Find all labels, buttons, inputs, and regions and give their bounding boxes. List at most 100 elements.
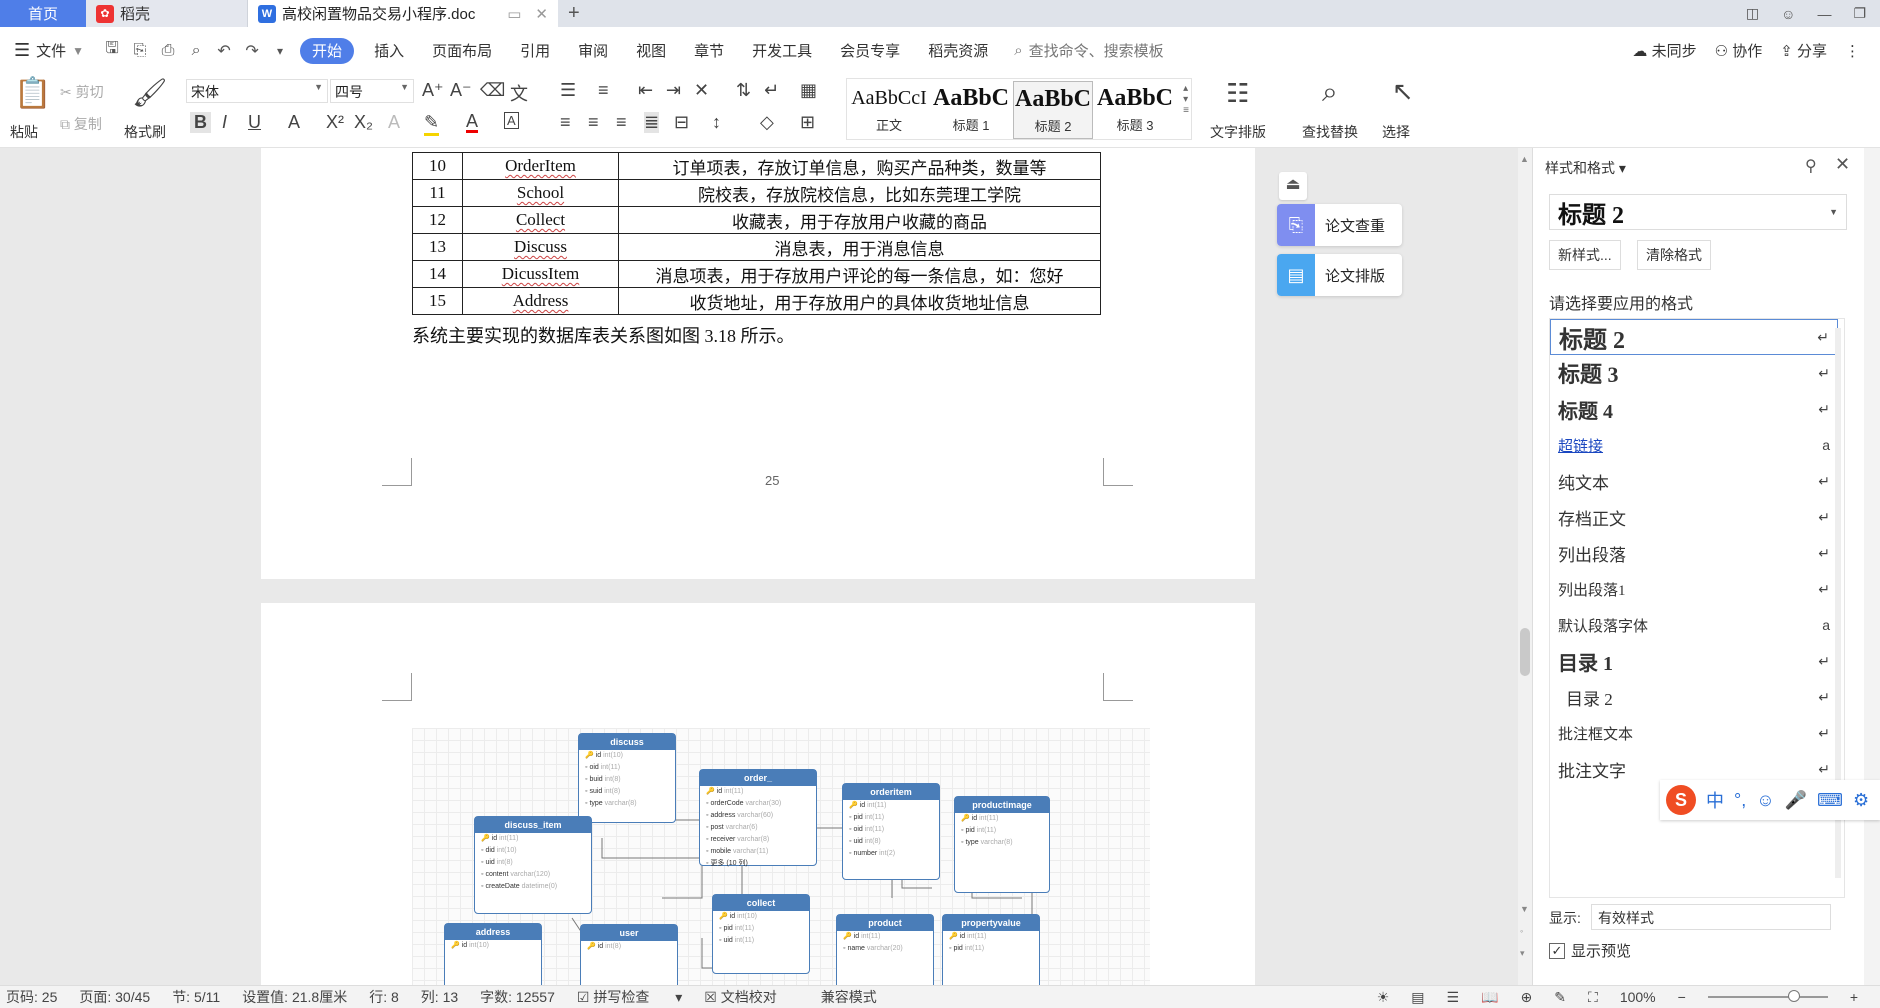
er-diagram[interactable]: discuss 🔑 id int(10) ◦ oid int(11) ◦ buid i… bbox=[412, 728, 1150, 985]
sort-icon[interactable]: ⇅ bbox=[736, 80, 751, 101]
punctuation-icon[interactable]: °, bbox=[1734, 790, 1746, 811]
menu-start[interactable]: 开始 bbox=[300, 37, 355, 64]
zoom-out-icon[interactable]: − bbox=[1678, 989, 1686, 1005]
new-style-button[interactable]: 新样式... bbox=[1549, 240, 1621, 270]
menu-references[interactable]: 引用 bbox=[506, 27, 564, 74]
thesis-check-button[interactable]: ⎘ 论文查重 bbox=[1277, 204, 1402, 246]
paste-button[interactable]: 粘贴 bbox=[10, 122, 38, 142]
style-list-item[interactable]: 超链接 a bbox=[1550, 427, 1838, 463]
more-icon[interactable]: ⋮ bbox=[1845, 42, 1860, 60]
collapse-side-icon[interactable]: ⏏ bbox=[1279, 172, 1307, 200]
print-icon[interactable]: ⎙ bbox=[157, 40, 179, 62]
status-pages[interactable]: 页面: 30/45 bbox=[79, 987, 150, 1007]
status-setting[interactable]: 设置值: 21.8厘米 bbox=[242, 987, 347, 1007]
style-list-item[interactable]: 列出段落1 ↵ bbox=[1550, 571, 1838, 607]
italic-button[interactable]: I bbox=[222, 112, 227, 133]
scroll-nav-icons[interactable]: ▼ ◦ ▾ bbox=[1520, 898, 1529, 964]
er-entity-product[interactable]: product 🔑 id int(11) ◦ name varchar(20) bbox=[836, 914, 934, 985]
font-outline-icon[interactable]: A bbox=[388, 112, 400, 133]
current-style-select[interactable]: 标题 2 ▼ bbox=[1549, 194, 1847, 230]
pinyin-guide-icon[interactable]: 文 bbox=[510, 80, 528, 106]
subscript-icon[interactable]: X₂ bbox=[354, 112, 373, 133]
new-tab-button[interactable]: + bbox=[558, 0, 590, 27]
close-tab-icon[interactable]: ✕ bbox=[535, 5, 548, 23]
shrink-font-icon[interactable]: A⁻ bbox=[450, 80, 472, 101]
format-painter-button[interactable]: 格式刷 bbox=[124, 122, 166, 142]
table-cell-name[interactable]: DicussItem bbox=[462, 260, 619, 288]
figure-reference-paragraph[interactable]: 系统主要实现的数据库表关系图如图 3.18 所示。 bbox=[412, 322, 795, 348]
table-cell-description[interactable]: 消息表，用于消息信息 bbox=[618, 233, 1101, 261]
avatar[interactable]: ☺ bbox=[1781, 6, 1795, 22]
table-cell-number[interactable]: 14 bbox=[412, 260, 463, 288]
menu-developer[interactable]: 开发工具 bbox=[738, 27, 826, 74]
er-entity-productimage[interactable]: productimage 🔑 id int(11) ◦ pid int(11) ◦ t… bbox=[954, 796, 1050, 893]
select-button[interactable]: 选择 bbox=[1382, 122, 1410, 142]
share-button[interactable]: ⇪ 分享 bbox=[1780, 40, 1827, 61]
zoom-slider-thumb[interactable] bbox=[1787, 990, 1800, 1002]
style-heading-1[interactable]: AaBbC 标题 1 bbox=[931, 81, 1011, 139]
table-cell-description[interactable]: 消息项表，用于存放用户评论的每一条信息，如：您好 bbox=[618, 260, 1101, 288]
web-view-icon[interactable]: ⊕ bbox=[1521, 989, 1533, 1006]
status-col[interactable]: 列: 13 bbox=[421, 987, 458, 1007]
keyboard-icon[interactable]: ⌨ bbox=[1817, 790, 1843, 811]
table-cell-number[interactable]: 11 bbox=[412, 179, 463, 207]
menu-page-layout[interactable]: 页面布局 bbox=[418, 27, 506, 74]
er-entity-user[interactable]: user 🔑 id int(8) bbox=[580, 924, 678, 985]
table-cell-number[interactable]: 15 bbox=[412, 287, 463, 315]
menu-review[interactable]: 审阅 bbox=[564, 27, 622, 74]
status-words[interactable]: 字数: 12557 bbox=[480, 987, 555, 1007]
borders-icon[interactable]: ⊞ bbox=[800, 112, 815, 133]
justify-icon[interactable]: ≣ bbox=[644, 112, 660, 133]
menu-insert[interactable]: 插入 bbox=[360, 27, 418, 74]
style-list-item[interactable]: 批注框文本 ↵ bbox=[1550, 715, 1838, 751]
undo-icon[interactable]: ↶ bbox=[213, 40, 235, 62]
style-list-item[interactable]: 目录 1 ↵ bbox=[1550, 643, 1838, 679]
gallery-scroll-icon[interactable]: ▴ ▾ ≡ bbox=[1183, 83, 1189, 116]
line-spacing-icon[interactable]: ↕ bbox=[712, 112, 721, 133]
table-cell-name[interactable]: Address bbox=[462, 287, 619, 315]
customize-dropdown-icon[interactable]: ▾ bbox=[269, 40, 291, 62]
file-menu[interactable]: ☰ 文件 ▼ bbox=[0, 27, 98, 74]
table-cell-name[interactable]: OrderItem bbox=[462, 152, 619, 180]
style-list-item[interactable]: 标题 4 ↵ bbox=[1550, 391, 1838, 427]
export-pdf-icon[interactable]: ⎘ bbox=[129, 40, 151, 62]
table-cell-number[interactable]: 12 bbox=[412, 206, 463, 234]
format-painter-icon[interactable]: 🖌 bbox=[132, 76, 168, 109]
table-cell-number[interactable]: 13 bbox=[412, 233, 463, 261]
table-cell-name[interactable]: Discuss bbox=[462, 233, 619, 261]
paste-icon[interactable]: 📋 bbox=[14, 76, 51, 111]
zoom-slider[interactable] bbox=[1707, 990, 1828, 1002]
read-view-icon[interactable]: 📖 bbox=[1481, 989, 1498, 1006]
char-border-icon[interactable]: A bbox=[504, 112, 519, 129]
style-list-item[interactable]: 存档正文 ↵ bbox=[1550, 499, 1838, 535]
style-list-item[interactable]: 标题 3 ↵ bbox=[1550, 355, 1838, 391]
ime-toolbar[interactable]: S 中 °, ☺ 🎤 ⌨ ⚙ bbox=[1660, 780, 1880, 820]
table-cell-description[interactable]: 收货地址，用于存放用户的具体收货地址信息 bbox=[618, 287, 1101, 315]
text-layout-icon[interactable]: ☷ bbox=[1226, 78, 1249, 109]
font-color-icon[interactable]: A bbox=[466, 112, 479, 133]
status-row[interactable]: 行: 8 bbox=[369, 987, 399, 1007]
find-replace-button[interactable]: 查找替换 bbox=[1302, 122, 1358, 142]
cut-button[interactable]: ✂ 剪切 bbox=[60, 82, 104, 102]
spell-check-toggle[interactable]: ☑ 拼写检查 ▾ bbox=[577, 987, 682, 1007]
highlight-icon[interactable]: ✎ bbox=[424, 112, 440, 136]
style-heading-2[interactable]: AaBbC 标题 2 bbox=[1013, 81, 1093, 139]
numbered-list-icon[interactable]: ≡ bbox=[598, 80, 609, 101]
table-cell-number[interactable]: 10 bbox=[412, 152, 463, 180]
collab-button[interactable]: ⚇ 协作 bbox=[1715, 40, 1763, 61]
close-panel-icon[interactable]: ✕ bbox=[1835, 154, 1850, 175]
align-right-icon[interactable]: ≡ bbox=[616, 112, 627, 133]
maximize-icon[interactable]: ❐ bbox=[1853, 5, 1866, 22]
select-pointer-icon[interactable]: ↖ bbox=[1392, 76, 1414, 107]
show-filter-select[interactable]: 有效样式 bbox=[1591, 904, 1831, 930]
tab-daoke[interactable]: ✿ 稻壳 bbox=[86, 0, 248, 27]
table-grid-icon[interactable]: ▦ bbox=[800, 80, 817, 101]
document-scrollbar[interactable]: ▲ ▼ ◦ ▾ bbox=[1518, 148, 1532, 985]
menu-daoke-resources[interactable]: 稻壳资源 bbox=[914, 27, 1002, 74]
font-size-select[interactable]: 四号 ▼ bbox=[330, 79, 414, 103]
text-layout-button[interactable]: 文字排版 bbox=[1210, 122, 1266, 142]
superscript-icon[interactable]: X² bbox=[326, 112, 344, 133]
right-sidebar-strip[interactable] bbox=[1864, 148, 1880, 985]
zoom-level[interactable]: 100% bbox=[1620, 989, 1656, 1005]
style-list-item[interactable]: 标题 2 ↵ bbox=[1550, 319, 1838, 355]
